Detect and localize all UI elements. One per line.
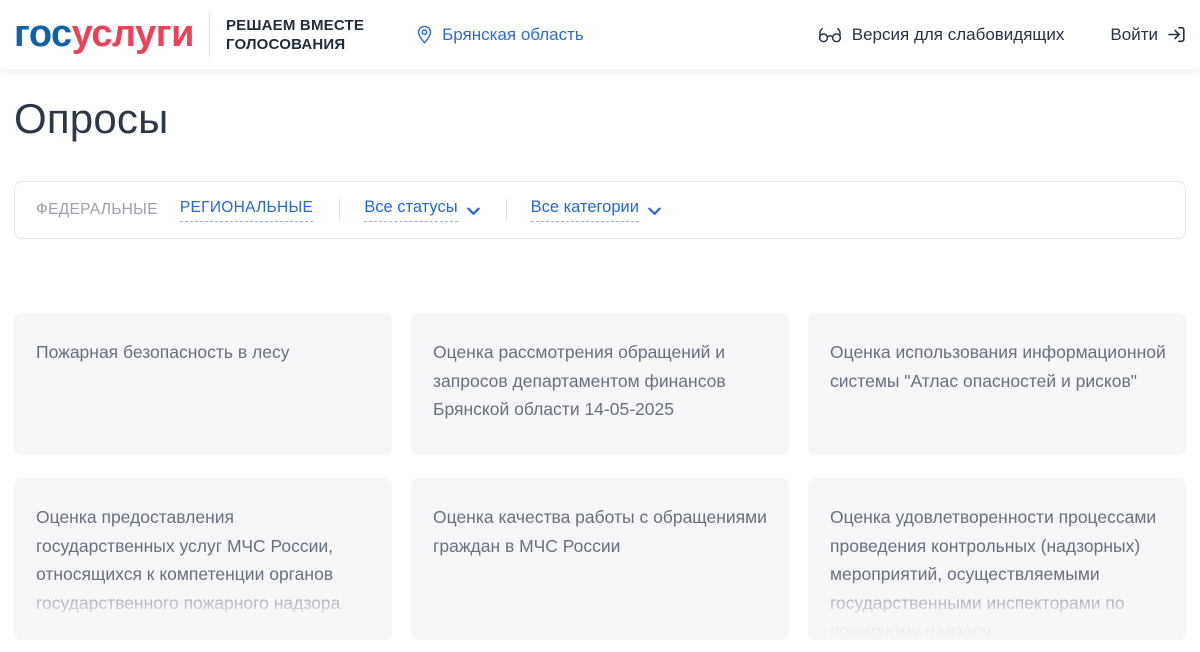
filter-divider — [506, 199, 507, 221]
chevron-down-icon — [467, 205, 480, 216]
location-pin-icon — [416, 24, 433, 45]
category-filter-dropdown[interactable]: Все категории — [531, 198, 661, 222]
accessibility-version-button[interactable]: Версия для слабовидящих — [818, 25, 1065, 45]
region-label: Брянская область — [442, 25, 584, 45]
page-title: Опросы — [14, 95, 1186, 143]
survey-card[interactable]: Пожарная безопасность в лесу — [14, 313, 392, 455]
filter-bar: ФЕДЕРАЛЬНЫЕ РЕГИОНАЛЬНЫЕ Все статусы Все… — [14, 181, 1186, 239]
survey-card[interactable]: Оценка предоставления государственных ус… — [14, 478, 392, 640]
brand-line2: ГОЛОСОВАНИЯ — [226, 35, 364, 54]
login-button[interactable]: Войти — [1110, 25, 1186, 45]
chevron-down-icon — [648, 205, 661, 216]
header-divider — [209, 13, 210, 57]
status-filter-label: Все статусы — [364, 198, 457, 222]
survey-cards-grid: Пожарная безопасность в лесу Оценка расс… — [14, 313, 1186, 640]
login-label: Войти — [1110, 25, 1158, 45]
status-filter-dropdown[interactable]: Все статусы — [364, 198, 479, 222]
survey-card[interactable]: Оценка удовлетворенности процессами пров… — [808, 478, 1186, 640]
survey-card[interactable]: Оценка использования информационной сист… — [808, 313, 1186, 455]
survey-card-title: Оценка использования информационной сист… — [830, 338, 1166, 395]
survey-card-title: Оценка рассмотрения обращений и запросов… — [433, 338, 769, 424]
header-right-zone: Версия для слабовидящих Войти — [818, 25, 1186, 45]
category-filter-label: Все категории — [531, 198, 639, 222]
surveys-page: Опросы ФЕДЕРАЛЬНЫЕ РЕГИОНАЛЬНЫЕ Все стат… — [0, 95, 1200, 640]
survey-card-title: Оценка предоставления государственных ус… — [36, 503, 372, 617]
survey-card-title: Пожарная безопасность в лесу — [36, 338, 372, 367]
tab-regional[interactable]: РЕГИОНАЛЬНЫЕ — [180, 199, 313, 222]
tab-federal[interactable]: ФЕДЕРАЛЬНЫЕ — [36, 201, 158, 219]
survey-card[interactable]: Оценка качества работы с обращениями гра… — [411, 478, 789, 640]
survey-card-title: Оценка удовлетворенности процессами пров… — [830, 503, 1166, 640]
gosuslugi-logo[interactable]: госуслуги — [14, 13, 194, 56]
brand-title[interactable]: РЕШАЕМ ВМЕСТЕ ГОЛОСОВАНИЯ — [226, 16, 364, 54]
glasses-icon — [818, 27, 842, 43]
accessibility-label: Версия для слабовидящих — [852, 25, 1065, 45]
logo-part-uslugi: услуги — [72, 13, 194, 55]
login-arrow-icon — [1167, 25, 1186, 44]
brand-line1: РЕШАЕМ ВМЕСТЕ — [226, 16, 364, 35]
survey-card[interactable]: Оценка рассмотрения обращений и запросов… — [411, 313, 789, 455]
region-selector[interactable]: Брянская область — [416, 24, 584, 45]
logo-part-gos: гос — [14, 13, 72, 55]
top-header: госуслуги РЕШАЕМ ВМЕСТЕ ГОЛОСОВАНИЯ Брян… — [0, 0, 1200, 69]
survey-card-title: Оценка качества работы с обращениями гра… — [433, 503, 769, 560]
filter-divider — [339, 199, 340, 221]
